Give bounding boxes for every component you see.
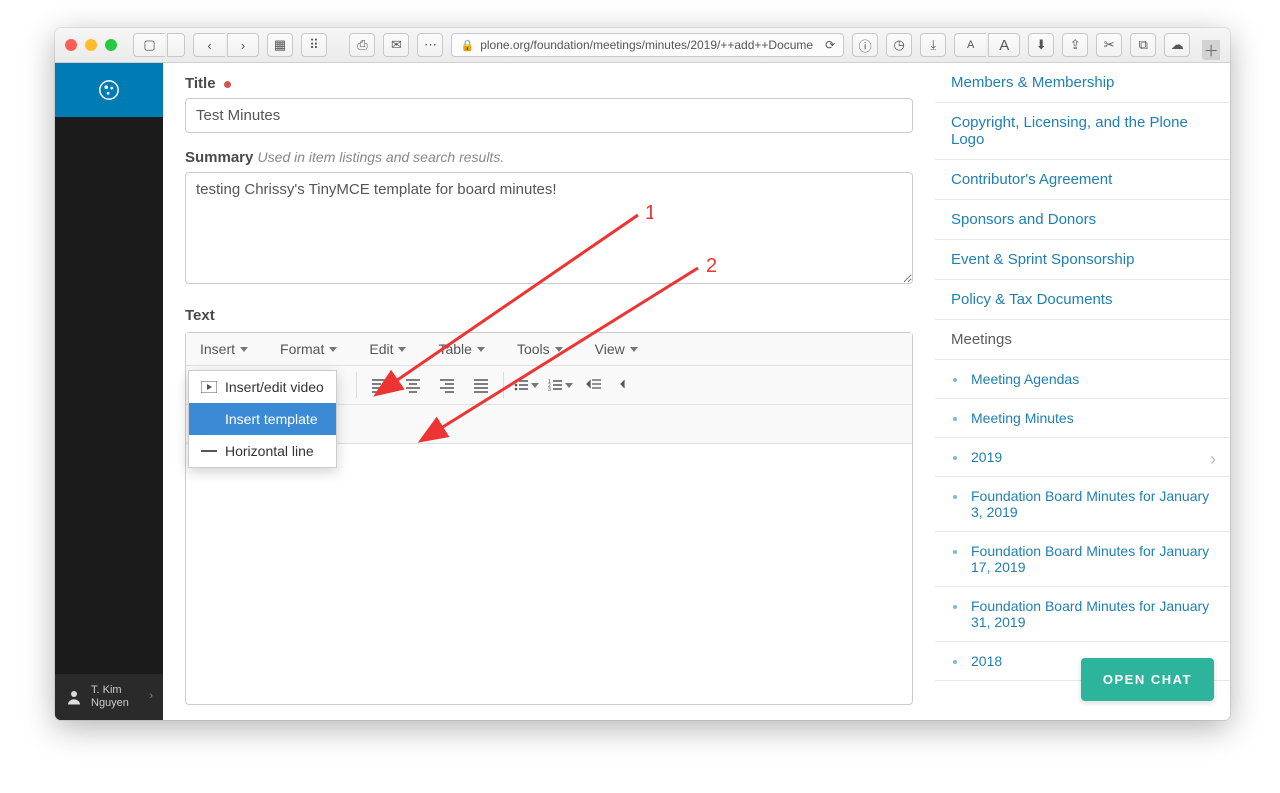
sidebar-toggle-button[interactable]: ▢ — [133, 33, 165, 57]
grid-button[interactable]: ⠿ — [301, 33, 327, 57]
user-name-line1: T. Kim — [91, 684, 129, 697]
nav-contrib[interactable]: Contributor's Agreement — [935, 160, 1230, 199]
close-window-button[interactable] — [65, 39, 77, 51]
menu-view[interactable]: View — [583, 335, 650, 363]
nav-2019[interactable]: 2019› — [935, 438, 1230, 476]
mail-button[interactable]: ✉ — [383, 33, 409, 57]
open-chat-button[interactable]: OPEN CHAT — [1081, 658, 1214, 701]
extension2-button[interactable]: ⤓ — [920, 33, 946, 57]
svg-text:3: 3 — [548, 387, 551, 393]
tabs-button[interactable]: ⧉ — [1130, 33, 1156, 57]
browser-titlebar: ▢ ‹ › ▦ ⠿ ⎙ ✉ ⋯ 🔒 plone.org/foundation/m… — [55, 28, 1230, 63]
new-tab-button[interactable]: ＋ — [1202, 40, 1220, 60]
bullet-list-button[interactable] — [510, 370, 542, 400]
user-name-line2: Nguyen — [91, 697, 129, 710]
menuitem-insert-video[interactable]: Insert/edit video — [189, 371, 336, 403]
indent-button[interactable] — [612, 370, 644, 400]
nav-jan3[interactable]: Foundation Board Minutes for January 3, … — [935, 477, 1230, 531]
nav-meetings[interactable]: Meetings — [935, 320, 1230, 359]
nav-jan17[interactable]: Foundation Board Minutes for January 17,… — [935, 532, 1230, 586]
portlet-navigation: Members & Membership Copyright, Licensin… — [935, 63, 1230, 681]
url-text: plone.org/foundation/meetings/minutes/20… — [480, 38, 813, 52]
align-right-button[interactable] — [431, 370, 463, 400]
minimize-window-button[interactable] — [85, 39, 97, 51]
plone-toolbar: T. Kim Nguyen › — [55, 63, 163, 720]
menu-format[interactable]: Format — [268, 335, 349, 363]
user-icon — [65, 688, 83, 706]
forward-button[interactable]: › — [227, 33, 259, 57]
plone-icon — [98, 79, 120, 101]
textsize-small-button[interactable]: A — [954, 33, 986, 57]
topsites-button[interactable]: ▦ — [267, 33, 293, 57]
lock-icon: 🔒 — [460, 39, 474, 52]
sidebar-menu-button[interactable] — [167, 33, 185, 57]
print-button[interactable]: ⎙ — [349, 33, 375, 57]
extension3-button[interactable]: ✂ — [1096, 33, 1122, 57]
plone-logo[interactable] — [55, 63, 163, 117]
insert-dropdown: Insert/edit video Insert template Horizo… — [188, 370, 337, 468]
hr-icon — [201, 450, 217, 452]
share-button[interactable]: ⇪ — [1062, 33, 1088, 57]
summary-hint: Used in item listings and search results… — [258, 149, 505, 165]
required-marker — [224, 81, 231, 88]
cloud-button[interactable]: ☁ — [1164, 33, 1190, 57]
nav-copyright[interactable]: Copyright, Licensing, and the Plone Logo — [935, 103, 1230, 159]
reload-icon[interactable]: ⟳ — [825, 38, 835, 52]
align-left-button[interactable] — [363, 370, 395, 400]
downloads-button[interactable]: ⬇ — [1028, 33, 1054, 57]
outdent-button[interactable] — [578, 370, 610, 400]
textsize-large-button[interactable]: A — [988, 33, 1020, 57]
url-bar[interactable]: 🔒 plone.org/foundation/meetings/minutes/… — [451, 33, 844, 57]
title-label: Title — [185, 75, 913, 92]
nav-jan31[interactable]: Foundation Board Minutes for January 31,… — [935, 587, 1230, 641]
more-button[interactable]: ⋯ — [417, 33, 443, 57]
menuitem-insert-template[interactable]: Insert template — [189, 403, 336, 435]
chevron-right-icon: › — [1210, 449, 1216, 470]
nav-policy[interactable]: Policy & Tax Documents — [935, 280, 1230, 319]
menu-tools[interactable]: Tools — [505, 335, 575, 363]
menu-edit[interactable]: Edit — [357, 335, 418, 363]
menuitem-horizontal-line[interactable]: Horizontal line — [189, 435, 336, 467]
menu-table[interactable]: Table — [426, 335, 496, 363]
nav-members[interactable]: Members & Membership — [935, 63, 1230, 102]
title-input[interactable] — [185, 98, 913, 133]
summary-textarea[interactable] — [185, 172, 913, 284]
nav-event[interactable]: Event & Sprint Sponsorship — [935, 240, 1230, 279]
menu-insert[interactable]: Insert Insert/edit video Insert template — [188, 335, 260, 363]
nav-minutes[interactable]: Meeting Minutes — [935, 399, 1230, 437]
back-button[interactable]: ‹ — [193, 33, 225, 57]
window-controls — [65, 39, 125, 51]
richtext-editor: Insert Insert/edit video Insert template — [185, 332, 913, 705]
editor-content-area[interactable] — [186, 444, 912, 704]
extension1-button[interactable]: ◷ — [886, 33, 912, 57]
user-menu[interactable]: T. Kim Nguyen › — [55, 674, 163, 720]
nav-agendas[interactable]: Meeting Agendas — [935, 360, 1230, 398]
zoom-window-button[interactable] — [105, 39, 117, 51]
video-icon — [201, 381, 217, 393]
text-label: Text — [185, 307, 913, 324]
nav-sponsors[interactable]: Sponsors and Donors — [935, 200, 1230, 239]
align-center-button[interactable] — [397, 370, 429, 400]
number-list-button[interactable]: 123 — [544, 370, 576, 400]
align-justify-button[interactable] — [465, 370, 497, 400]
privacy-button[interactable]: ⓘ — [852, 33, 878, 57]
summary-label: Summary Used in item listings and search… — [185, 149, 913, 166]
